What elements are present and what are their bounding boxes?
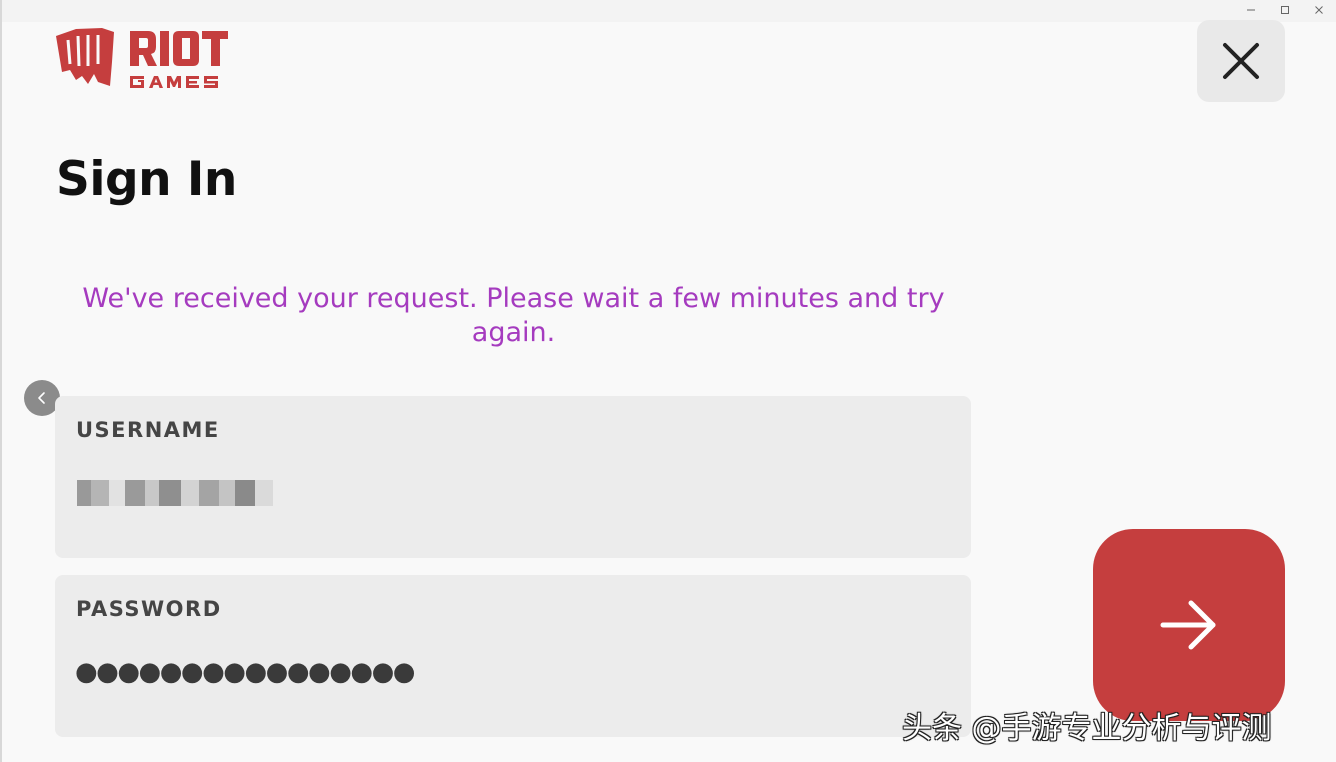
- minimize-icon: [1247, 9, 1255, 11]
- maximize-button[interactable]: [1276, 2, 1294, 18]
- riot-games-logo: [56, 28, 228, 88]
- riot-wordmark: [130, 31, 228, 66]
- rate-limit-message: We've received your request. Please wait…: [82, 283, 945, 348]
- riot-client-window: Sign In We've received your request. Ple…: [0, 0, 1336, 762]
- close-icon: [1315, 6, 1323, 14]
- minimize-button[interactable]: [1242, 2, 1260, 18]
- games-wordmark: [130, 76, 218, 88]
- watermark-text: 头条 @手游专业分析与评测: [902, 711, 1272, 746]
- close-button[interactable]: [1197, 20, 1285, 102]
- arrow-right-icon: [1160, 600, 1216, 650]
- password-label: PASSWORD: [76, 597, 222, 621]
- sign-in-submit-button[interactable]: [1093, 529, 1285, 721]
- window-close-button[interactable]: [1310, 2, 1328, 18]
- riot-fist-mark: [56, 28, 114, 86]
- page-title: Sign In: [56, 152, 237, 207]
- username-label: USERNAME: [76, 418, 220, 442]
- maximize-icon: [1281, 6, 1289, 14]
- username-field[interactable]: USERNAME: [55, 396, 971, 558]
- close-icon: [1223, 43, 1259, 79]
- chevron-left-icon: [38, 392, 45, 404]
- username-value-redacted[interactable]: [77, 480, 273, 506]
- window-titlebar: [2, 0, 1336, 22]
- password-value[interactable]: ●●●●●●●●●●●●●●●●: [75, 657, 415, 687]
- password-field[interactable]: PASSWORD ●●●●●●●●●●●●●●●●: [55, 575, 971, 737]
